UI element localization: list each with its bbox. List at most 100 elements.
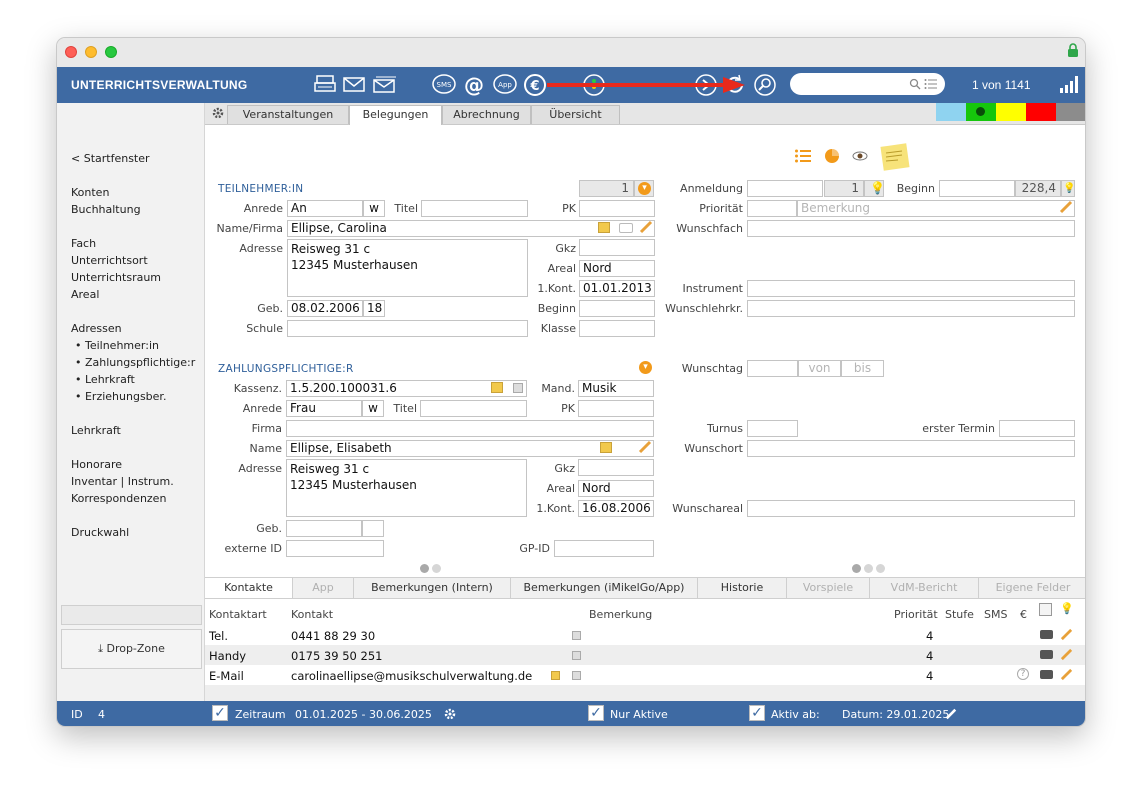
color-flag-yellow[interactable] bbox=[996, 103, 1026, 121]
beginn-right-field[interactable] bbox=[939, 180, 1015, 197]
kont-field[interactable]: 01.01.2013 bbox=[579, 280, 655, 297]
columns-icon[interactable] bbox=[1039, 603, 1052, 616]
page-dot[interactable] bbox=[864, 564, 873, 573]
tab-uebersicht[interactable]: Übersicht bbox=[531, 105, 620, 124]
zoom-window-button[interactable] bbox=[105, 46, 117, 58]
color-flag-red[interactable] bbox=[1026, 103, 1056, 121]
sidebar-item-korrespondenzen[interactable]: Korrespondenzen bbox=[71, 492, 166, 505]
page-dot[interactable] bbox=[852, 564, 861, 573]
beginn-field[interactable] bbox=[579, 300, 655, 317]
tab-veranstaltungen[interactable]: Veranstaltungen bbox=[227, 105, 349, 124]
zahlung-gkz-field[interactable] bbox=[578, 459, 654, 476]
page-dot[interactable] bbox=[420, 564, 429, 573]
edit-pencil-icon[interactable] bbox=[639, 220, 653, 234]
card-icon[interactable] bbox=[1040, 670, 1053, 679]
search-input[interactable] bbox=[790, 73, 945, 95]
tab-eigene-felder[interactable]: Eigene Felder bbox=[979, 578, 1085, 598]
prioritaet-field[interactable] bbox=[747, 200, 797, 217]
mail-icon[interactable] bbox=[342, 73, 366, 97]
sidebar-back-startfenster[interactable]: < Startfenster bbox=[71, 152, 150, 165]
zahlung-adresse-field[interactable]: Reisweg 31 c 12345 Musterhausen bbox=[286, 459, 527, 517]
wunschlehrkr-field[interactable] bbox=[747, 300, 1075, 317]
sidebar-item-unterrichtsraum[interactable]: Unterrichtsraum bbox=[71, 271, 161, 284]
help-icon[interactable]: ? bbox=[1017, 668, 1029, 680]
bemerkung-field[interactable]: Bemerkung bbox=[797, 200, 1075, 217]
table-row[interactable]: Handy 0175 39 50 251 4 bbox=[205, 645, 1085, 665]
sidebar-item-erziehungsber[interactable]: • Erziehungsber. bbox=[75, 390, 166, 403]
compose-icon[interactable] bbox=[551, 671, 560, 680]
print-icon[interactable] bbox=[313, 73, 337, 97]
tab-vdm-bericht[interactable]: VdM-Bericht bbox=[870, 578, 979, 598]
zahlung-name-field[interactable]: Ellipse, Elisabeth bbox=[286, 440, 654, 457]
teilnehmer-dropdown-button[interactable]: ▾ bbox=[634, 180, 654, 197]
sidebar-item-areal[interactable]: Areal bbox=[71, 288, 99, 301]
color-flag-green[interactable] bbox=[966, 103, 996, 121]
tab-belegungen[interactable]: Belegungen bbox=[349, 105, 442, 125]
search-record-icon[interactable] bbox=[752, 73, 778, 97]
note-icon[interactable] bbox=[598, 222, 610, 233]
wunschort-field[interactable] bbox=[747, 440, 1075, 457]
zahlung-titel-field[interactable] bbox=[420, 400, 527, 417]
doc-icon[interactable] bbox=[572, 631, 581, 640]
sidebar-item-inventar[interactable]: Inventar | Instrum. bbox=[71, 475, 174, 488]
drop-zone[interactable]: ⤓ Drop-Zone bbox=[61, 629, 202, 669]
von-field[interactable]: von bbox=[798, 360, 841, 377]
settings-gear-icon-status[interactable] bbox=[443, 707, 457, 721]
doc-icon[interactable] bbox=[572, 671, 581, 680]
sidebar-item-konten[interactable]: Konten bbox=[71, 186, 109, 199]
zahlung-anrede-field[interactable]: Frau bbox=[286, 400, 362, 417]
klasse-field[interactable] bbox=[579, 320, 655, 337]
aktiv-ab-checkbox[interactable]: ✓ bbox=[749, 705, 765, 721]
table-row[interactable]: E-Mail carolinaellipse@musikschulverwalt… bbox=[205, 665, 1085, 685]
note-icon-zahlung[interactable] bbox=[600, 442, 612, 453]
note-icon-kassenz[interactable] bbox=[491, 382, 503, 393]
anrede-field[interactable]: An bbox=[287, 200, 363, 217]
areal-field[interactable]: Nord bbox=[579, 260, 655, 277]
list-options-icon[interactable] bbox=[924, 78, 937, 90]
pie-chart-icon[interactable] bbox=[824, 148, 840, 164]
titel-field[interactable] bbox=[421, 200, 528, 217]
wunschfach-field[interactable] bbox=[747, 220, 1075, 237]
doc-icon-kassenz[interactable] bbox=[513, 383, 523, 393]
close-window-button[interactable] bbox=[65, 46, 77, 58]
zahlung-pk-field[interactable] bbox=[578, 400, 654, 417]
mail-stack-icon[interactable] bbox=[371, 73, 397, 97]
card-icon[interactable] bbox=[1040, 650, 1053, 659]
settings-gear-icon[interactable] bbox=[211, 106, 225, 120]
sidebar-item-buchhaltung[interactable]: Buchhaltung bbox=[71, 203, 141, 216]
sticky-note-icon[interactable] bbox=[880, 141, 912, 171]
tab-vorspiele[interactable]: Vorspiele bbox=[787, 578, 870, 598]
sidebar-item-lehrkraft-sub[interactable]: • Lehrkraft bbox=[75, 373, 135, 386]
zeitraum-checkbox[interactable]: ✓ bbox=[212, 705, 228, 721]
page-dots-left[interactable] bbox=[420, 563, 444, 576]
sidebar-item-lehrkraft[interactable]: Lehrkraft bbox=[71, 424, 121, 437]
camera-icon[interactable] bbox=[619, 223, 633, 233]
doc-icon[interactable] bbox=[572, 651, 581, 660]
tab-bemerkungen-intern[interactable]: Bemerkungen (Intern) bbox=[354, 578, 511, 598]
sidebar-item-druckwahl[interactable]: Druckwahl bbox=[71, 526, 129, 539]
eye-icon[interactable] bbox=[852, 150, 868, 162]
zahlung-geb-field[interactable] bbox=[286, 520, 362, 537]
wunschtag-field[interactable] bbox=[747, 360, 798, 377]
geb-field[interactable]: 08.02.2006 bbox=[287, 300, 363, 317]
pk-field[interactable] bbox=[579, 200, 655, 217]
zahlung-areal-field[interactable]: Nord bbox=[578, 480, 654, 497]
page-dot[interactable] bbox=[432, 564, 441, 573]
app-message-icon[interactable]: App bbox=[492, 73, 518, 97]
erster-termin-field[interactable] bbox=[999, 420, 1075, 437]
color-flag-gray[interactable] bbox=[1056, 103, 1085, 121]
tab-bemerkungen-app[interactable]: Bemerkungen (iMikelGo/App) bbox=[511, 578, 698, 598]
anmeldung-field[interactable] bbox=[747, 180, 823, 197]
edit-pencil-icon-row[interactable] bbox=[1060, 628, 1073, 641]
sidebar-item-teilnehmer[interactable]: • Teilnehmer:in bbox=[75, 339, 159, 352]
bis-field[interactable]: bis bbox=[841, 360, 884, 377]
zahlung-dropdown-icon[interactable]: ▾ bbox=[639, 361, 652, 374]
wunschareal-field[interactable] bbox=[747, 500, 1075, 517]
gp-id-field[interactable] bbox=[554, 540, 654, 557]
edit-pencil-icon-datum[interactable] bbox=[945, 708, 957, 720]
nur-aktive-checkbox[interactable]: ✓ bbox=[588, 705, 604, 721]
gkz-field[interactable] bbox=[579, 239, 655, 256]
sidebar-item-adressen[interactable]: Adressen bbox=[71, 322, 122, 335]
edit-pencil-icon-zahlung[interactable] bbox=[638, 440, 652, 454]
edit-pencil-icon-bemerkung[interactable] bbox=[1059, 200, 1073, 214]
